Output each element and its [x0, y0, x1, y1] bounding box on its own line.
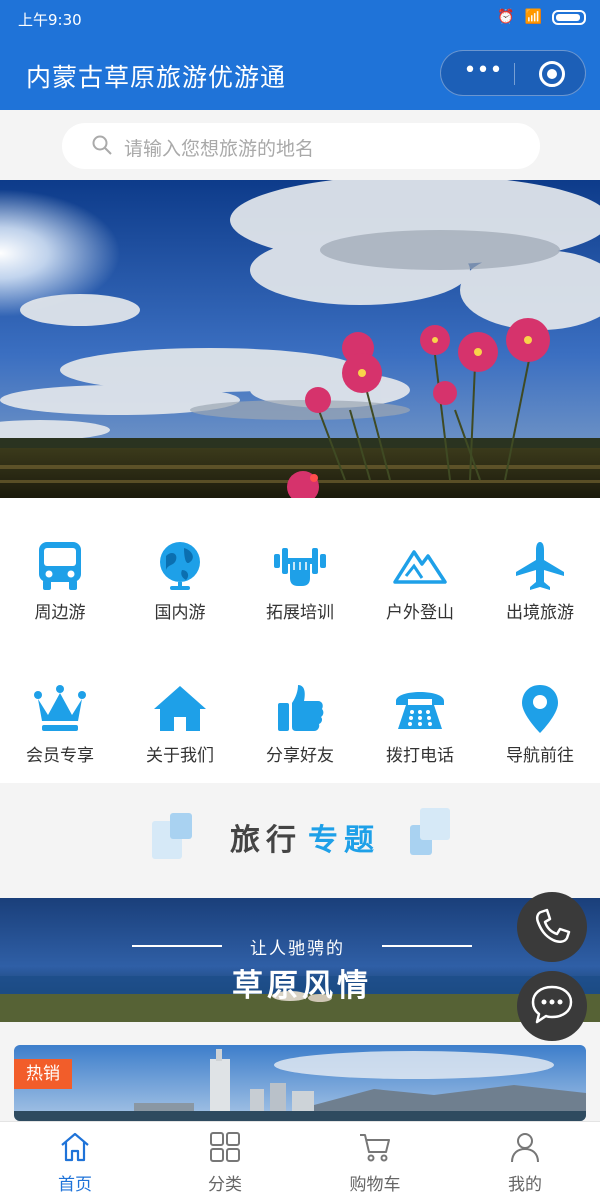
chat-float-button[interactable] — [517, 971, 587, 1041]
tab-label-home: 首页 — [58, 1175, 92, 1195]
tab-label-cart: 购物车 — [349, 1175, 401, 1195]
home-outline-icon — [61, 1132, 89, 1162]
banner-landscape-image — [0, 180, 600, 498]
tab-label-category: 分类 — [208, 1175, 242, 1195]
category-grid: 周边游 国内游 拓展培训 户外登山 出境旅游 会员专享 关于我们 分享好友 拨打… — [0, 498, 600, 783]
promo-divider-left — [132, 945, 222, 947]
telephone-icon — [396, 692, 444, 729]
grid-item-about[interactable]: 关于我们 — [120, 683, 240, 783]
airplane-icon — [516, 542, 564, 590]
city-skyline-image — [14, 1045, 586, 1121]
mini-program-capsule: ••• — [440, 50, 586, 96]
status-icons: ⏰ 📶 — [497, 9, 586, 25]
search-input[interactable]: 请输入您想旅游的地名 — [62, 123, 540, 169]
bus-icon — [39, 542, 81, 590]
battery-icon — [552, 9, 586, 25]
crown-icon — [34, 685, 86, 731]
promo-subtitle: 让人驰骋的 — [250, 939, 345, 959]
phone-handset-icon — [535, 908, 571, 943]
search-placeholder: 请输入您想旅游的地名 — [124, 138, 315, 160]
chat-bubble-icon — [531, 985, 573, 1024]
location-pin-icon — [522, 685, 558, 733]
grid-label-about: 关于我们 — [146, 746, 214, 766]
hot-product-card[interactable]: 热销 — [14, 1045, 586, 1121]
page-title: 内蒙古草原旅游优游通 — [26, 63, 287, 92]
more-menu-button[interactable]: ••• — [463, 60, 503, 84]
close-target-button[interactable] — [539, 61, 565, 87]
user-icon — [511, 1133, 539, 1163]
grid-label-share: 分享好友 — [266, 746, 334, 766]
globe-icon — [160, 542, 200, 590]
grid-item-training[interactable]: 拓展培训 — [240, 540, 360, 640]
category-grid-icon — [210, 1132, 240, 1162]
home-icon — [154, 686, 206, 731]
status-bar: 上午9:30 ⏰ 📶 — [0, 0, 600, 36]
grid-label-member: 会员专享 — [26, 746, 94, 766]
promo-title: 草原风情 — [232, 968, 372, 1004]
grid-item-share[interactable]: 分享好友 — [240, 683, 360, 783]
search-icon — [92, 135, 112, 155]
section-title-part1: 旅行 — [230, 823, 302, 858]
grid-item-call[interactable]: 拨打电话 — [360, 683, 480, 783]
search-area: 请输入您想旅游的地名 — [0, 110, 600, 180]
alarm-icon: ⏰ — [497, 9, 515, 25]
tab-label-profile: 我的 — [508, 1175, 542, 1195]
grid-label-abroad: 出境旅游 — [506, 603, 574, 623]
mountain-icon — [393, 550, 447, 584]
hero-banner[interactable] — [0, 180, 600, 498]
promo-divider-right — [382, 945, 472, 947]
app-page: 上午9:30 ⏰ 📶 内蒙古草原旅游优游通 ••• 请输入您想旅游的地名 周边游… — [0, 0, 600, 1203]
grid-item-member[interactable]: 会员专享 — [0, 683, 120, 783]
grid-item-navigate[interactable]: 导航前往 — [480, 683, 600, 783]
grid-label-training: 拓展培训 — [266, 603, 334, 623]
grid-item-nearby[interactable]: 周边游 — [0, 540, 120, 640]
grid-item-abroad[interactable]: 出境旅游 — [480, 540, 600, 640]
wifi-icon: 📶 — [524, 9, 542, 25]
grid-label-hiking: 户外登山 — [386, 603, 454, 623]
section-title-part2: 专题 — [308, 823, 380, 858]
capsule-divider — [514, 63, 515, 85]
dumbbell-icon — [274, 548, 326, 586]
tab-profile[interactable]: 我的 — [450, 1130, 600, 1200]
tab-cart[interactable]: 购物车 — [300, 1130, 450, 1200]
bottom-tab-bar: 首页 分类 购物车 我的 — [0, 1121, 600, 1203]
hot-sale-badge: 热销 — [14, 1059, 72, 1089]
shopping-cart-icon — [360, 1134, 390, 1162]
app-header: 内蒙古草原旅游优游通 ••• — [0, 36, 600, 110]
grid-label-navigate: 导航前往 — [506, 746, 574, 766]
grid-item-domestic[interactable]: 国内游 — [120, 540, 240, 640]
grid-label-call: 拨打电话 — [386, 746, 454, 766]
grid-label-domestic: 国内游 — [154, 603, 206, 623]
call-float-button[interactable] — [517, 892, 587, 962]
tab-category[interactable]: 分类 — [150, 1130, 300, 1200]
grid-label-nearby: 周边游 — [34, 603, 86, 623]
status-time: 上午9:30 — [18, 11, 82, 29]
thumbs-up-icon — [278, 685, 324, 731]
tab-home[interactable]: 首页 — [0, 1130, 150, 1200]
grid-item-hiking[interactable]: 户外登山 — [360, 540, 480, 640]
travel-topics-header: 旅行 专题 — [0, 783, 600, 898]
grassland-promo-banner[interactable]: 让人驰骋的 草原风情 — [0, 898, 600, 1022]
